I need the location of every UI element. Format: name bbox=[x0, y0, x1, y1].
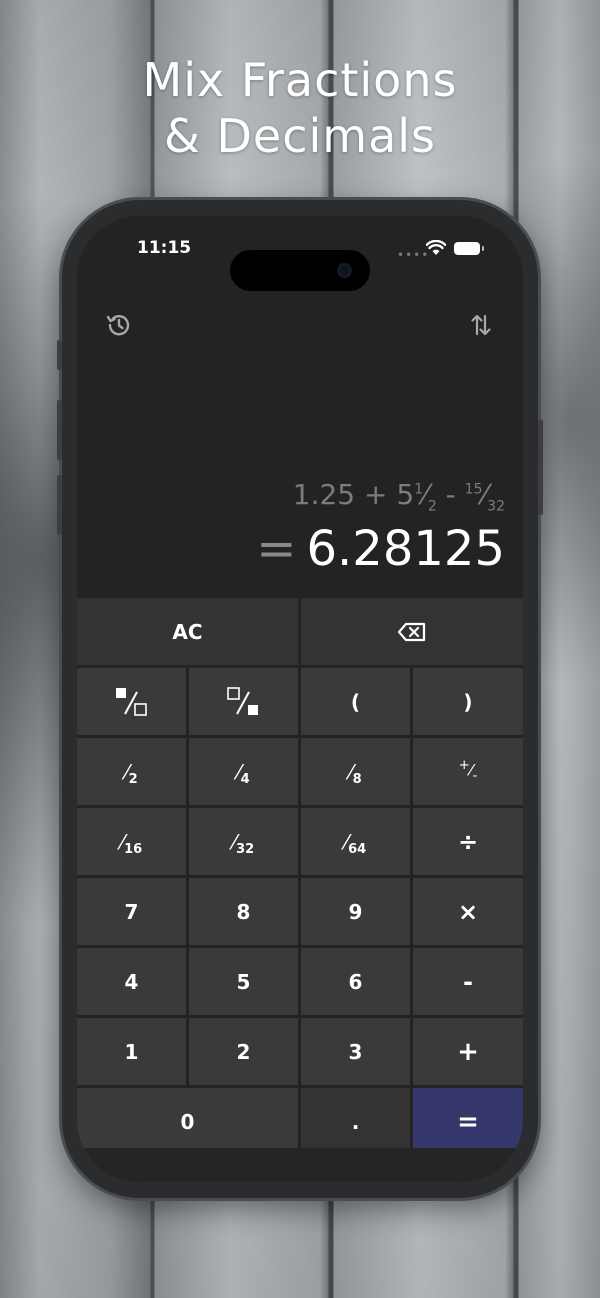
digit-6-button[interactable]: 6 bbox=[301, 948, 410, 1015]
swap-vertical-icon[interactable] bbox=[466, 310, 496, 340]
minus-button[interactable]: - bbox=[413, 948, 523, 1015]
fraction-denominator: 2 bbox=[128, 771, 138, 787]
expr-numerator: 1 bbox=[414, 481, 424, 498]
sign-minus: - bbox=[472, 768, 478, 784]
headline-line-1: Mix Fractions bbox=[142, 53, 458, 107]
headline-line-2: & Decimals bbox=[163, 109, 437, 163]
expr-numerator: 15 bbox=[464, 481, 483, 498]
fraction-denominator: 64 bbox=[348, 841, 367, 857]
backspace-button[interactable] bbox=[301, 598, 523, 665]
sixtyfourth-button[interactable]: ⁄64 bbox=[301, 808, 410, 875]
expr-denominator: 32 bbox=[487, 498, 505, 515]
quarter-button[interactable]: ⁄4 bbox=[189, 738, 298, 805]
close-paren-button[interactable]: ) bbox=[413, 668, 523, 735]
fraction-denominator: 16 bbox=[124, 841, 143, 857]
digit-4-button[interactable]: 4 bbox=[77, 948, 186, 1015]
fraction-denominator: 32 bbox=[236, 841, 255, 857]
result-display: = 6.28125 bbox=[256, 521, 505, 577]
eighth-button[interactable]: ⁄8 bbox=[301, 738, 410, 805]
phone-power-button bbox=[538, 420, 543, 515]
promo-headline: Mix Fractions & Decimals bbox=[0, 52, 600, 164]
status-time: 11:15 bbox=[137, 238, 192, 258]
divide-button[interactable]: ÷ bbox=[413, 808, 523, 875]
decimal-point-button[interactable]: . bbox=[301, 1088, 410, 1155]
history-icon[interactable] bbox=[104, 310, 134, 340]
status-bar: 11:15 •••• bbox=[77, 238, 523, 291]
fraction-denominator: 8 bbox=[352, 771, 362, 787]
sign-toggle-button[interactable]: +⁄- bbox=[413, 738, 523, 805]
all-clear-button[interactable]: AC bbox=[77, 598, 298, 665]
digit-5-button[interactable]: 5 bbox=[189, 948, 298, 1015]
half-button[interactable]: ⁄2 bbox=[77, 738, 186, 805]
digit-2-button[interactable]: 2 bbox=[189, 1018, 298, 1085]
numerator-entry-button[interactable] bbox=[77, 668, 186, 735]
plus-button[interactable]: + bbox=[413, 1018, 523, 1085]
digit-9-button[interactable]: 9 bbox=[301, 878, 410, 945]
digit-0-button[interactable]: 0 bbox=[77, 1088, 298, 1155]
expr-operator: - bbox=[445, 478, 456, 511]
expr-denominator: 2 bbox=[427, 498, 437, 515]
thirtysecond-button[interactable]: ⁄32 bbox=[189, 808, 298, 875]
expr-whole: 5 bbox=[396, 478, 415, 511]
digit-3-button[interactable]: 3 bbox=[301, 1018, 410, 1085]
dynamic-island bbox=[230, 250, 370, 291]
cellular-signal-icon: •••• bbox=[397, 248, 430, 262]
fraction-denominator: 4 bbox=[240, 771, 250, 787]
expression-display: 1.25 + 51⁄2 - 15⁄32 bbox=[292, 478, 505, 515]
wifi-icon bbox=[426, 240, 446, 255]
phone-mute-switch bbox=[57, 340, 62, 370]
denominator-entry-icon bbox=[226, 686, 258, 715]
digit-1-button[interactable]: 1 bbox=[77, 1018, 186, 1085]
phone-volume-up bbox=[57, 400, 62, 460]
equals-button[interactable]: = bbox=[413, 1088, 523, 1155]
keypad: AC ( ) ⁄2 ⁄4 ⁄8 +⁄- ⁄16 ⁄32 ⁄64 ÷ 7 8 9 … bbox=[77, 598, 523, 1155]
home-indicator-area bbox=[77, 1148, 523, 1182]
digit-7-button[interactable]: 7 bbox=[77, 878, 186, 945]
numerator-entry-icon bbox=[115, 687, 147, 716]
digit-8-button[interactable]: 8 bbox=[189, 878, 298, 945]
camera-icon bbox=[337, 263, 352, 278]
result-equals-sign: = bbox=[256, 521, 297, 577]
expr-term-decimal: 1.25 bbox=[292, 478, 356, 511]
sign-plus: + bbox=[458, 758, 470, 774]
phone-screen: 11:15 •••• 1.25 + 51⁄2 - 15⁄32 = 6.28125… bbox=[77, 216, 523, 1182]
battery-icon bbox=[454, 242, 484, 255]
phone-volume-down bbox=[57, 475, 62, 535]
result-value: 6.28125 bbox=[306, 521, 506, 577]
expr-operator: + bbox=[364, 478, 388, 511]
multiply-button[interactable]: × bbox=[413, 878, 523, 945]
backspace-icon bbox=[398, 622, 426, 641]
open-paren-button[interactable]: ( bbox=[301, 668, 410, 735]
denominator-entry-button[interactable] bbox=[189, 668, 298, 735]
sixteenth-button[interactable]: ⁄16 bbox=[77, 808, 186, 875]
